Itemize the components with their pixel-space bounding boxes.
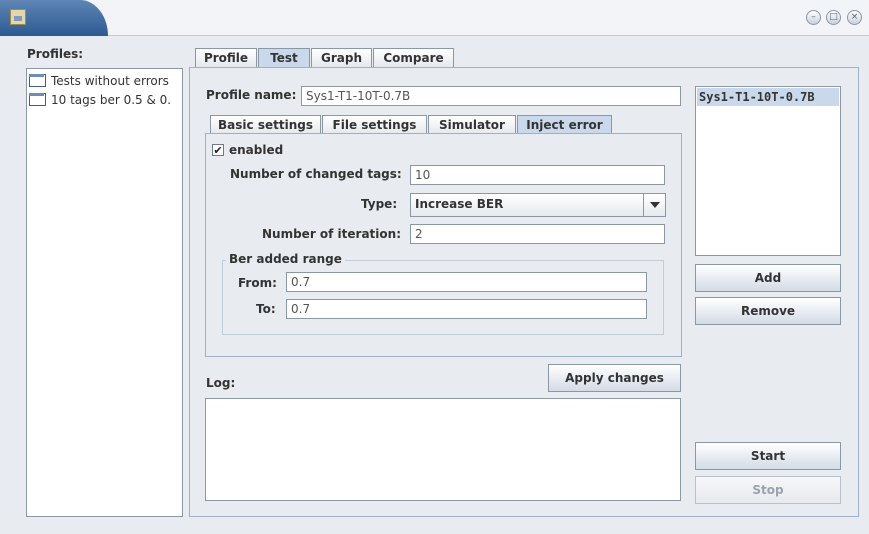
test-list-item[interactable]: Sys1-T1-10T-0.7B [697, 88, 839, 106]
changed-tags-label: Number of changed tags: [230, 167, 402, 181]
profiles-label: Profiles: [27, 47, 84, 61]
ber-from-label: From: [238, 276, 277, 290]
ber-to-label: To: [256, 302, 276, 316]
type-label: Type: [361, 197, 398, 211]
window-titlebar [0, 0, 869, 36]
ber-to-field[interactable]: 0.7 [286, 299, 647, 319]
tab-compare[interactable]: Compare [373, 48, 454, 68]
tab-graph[interactable]: Graph [311, 48, 372, 68]
type-select-value: Increase BER [415, 197, 504, 211]
folder-icon [29, 93, 46, 106]
type-select-divider [643, 194, 644, 216]
profile-name-label: Profile name: [206, 88, 297, 102]
profile-item-label: Tests without errors [51, 73, 169, 88]
tab-basic-settings[interactable]: Basic settings [210, 115, 321, 135]
enabled-label: enabled [229, 143, 284, 157]
app-icon [10, 9, 26, 25]
start-button[interactable]: Start [695, 442, 841, 470]
tab-simulator[interactable]: Simulator [428, 115, 516, 135]
add-button[interactable]: Add [695, 264, 841, 292]
changed-tags-field[interactable]: 10 [410, 165, 665, 185]
apply-changes-button[interactable]: Apply changes [548, 364, 681, 392]
log-area[interactable] [205, 398, 681, 501]
log-label: Log: [206, 376, 236, 390]
iteration-field[interactable]: 2 [410, 224, 665, 244]
tab-test[interactable]: Test [258, 48, 310, 68]
maximize-icon[interactable]: □ [826, 10, 841, 25]
tab-profile[interactable]: Profile [195, 48, 257, 68]
type-select[interactable]: Increase BER [410, 193, 666, 217]
profiles-list[interactable]: Tests without errors 10 tags ber 0.5 & 0… [26, 68, 183, 517]
chevron-down-icon[interactable] [650, 202, 660, 208]
enabled-checkbox[interactable]: ✔ [212, 144, 224, 156]
close-icon[interactable]: × [847, 10, 862, 25]
ber-from-field[interactable]: 0.7 [286, 272, 647, 292]
test-list[interactable]: Sys1-T1-10T-0.7B [695, 86, 841, 256]
profile-name-field[interactable]: Sys1-T1-10T-0.7B [301, 86, 681, 106]
tab-inject-error[interactable]: Inject error [517, 115, 612, 135]
stop-button[interactable]: Stop [695, 476, 841, 504]
remove-button[interactable]: Remove [695, 297, 841, 325]
minimize-icon[interactable]: – [806, 10, 821, 25]
ber-range-title: Ber added range [226, 252, 345, 266]
folder-icon [29, 74, 46, 87]
tab-file-settings[interactable]: File settings [322, 115, 427, 135]
profile-item-label: 10 tags ber 0.5 & 0. [51, 92, 172, 107]
profile-item[interactable]: 10 tags ber 0.5 & 0. [29, 91, 171, 108]
profile-item[interactable]: Tests without errors [29, 72, 169, 89]
iteration-label: Number of iteration: [262, 227, 401, 241]
